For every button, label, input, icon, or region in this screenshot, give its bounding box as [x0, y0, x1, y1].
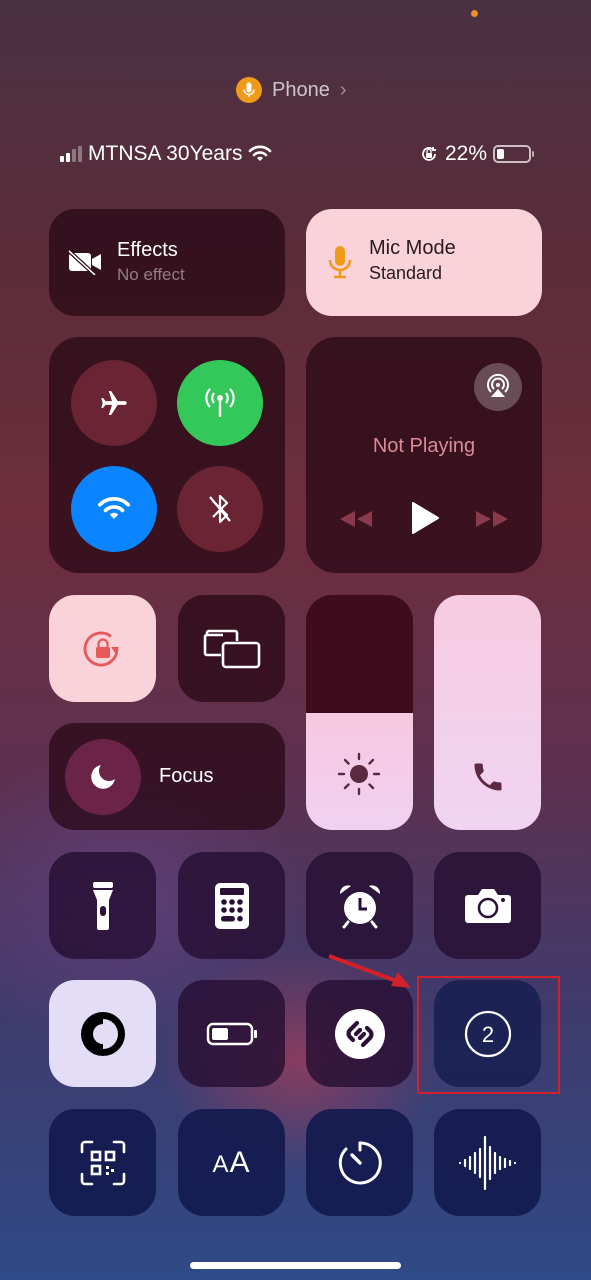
now-playing-status: Not Playing: [372, 435, 476, 457]
phone-icon: [474, 763, 502, 791]
sun-icon: [337, 752, 381, 796]
mic-mode-title: Mic Mode: [369, 237, 456, 259]
alarm-button[interactable]: [306, 852, 413, 959]
orientation-lock-icon: [422, 147, 436, 161]
cellular-antenna-icon: [205, 388, 235, 417]
orientation-lock-toggle[interactable]: [49, 595, 156, 702]
wifi-icon: [249, 145, 272, 161]
airplane-mode-toggle[interactable]: [71, 360, 157, 446]
screen-mirroring-button[interactable]: [178, 595, 285, 702]
now-playing-module[interactable]: Not Playing: [306, 337, 542, 573]
effects-title: Effects: [117, 239, 178, 261]
moon-icon: [91, 765, 115, 789]
dark-mode-toggle[interactable]: [49, 980, 156, 1087]
carrier-name: MTNSA 30Years: [88, 142, 243, 165]
signal-strength-icon: [60, 146, 82, 162]
rewind-icon[interactable]: [338, 509, 374, 529]
text-size-button[interactable]: AA: [178, 1109, 285, 1216]
battery-icon: [493, 145, 534, 163]
annotation-arrow: [328, 954, 411, 988]
camera-icon: [464, 888, 511, 923]
camera-button[interactable]: [434, 852, 541, 959]
waveform-icon: [458, 1135, 516, 1190]
voice-memo-button[interactable]: [434, 1109, 541, 1216]
dark-mode-icon: [80, 1011, 125, 1056]
home-indicator[interactable]: [190, 1262, 401, 1269]
bluetooth-off-icon: [209, 494, 231, 524]
effects-tile[interactable]: Effects No effect: [49, 209, 285, 316]
play-icon[interactable]: [410, 501, 440, 535]
fast-forward-icon[interactable]: [474, 509, 510, 529]
battery-percent: 22%: [444, 142, 487, 165]
airplay-audio-icon: [487, 373, 509, 397]
low-power-mode-toggle[interactable]: [178, 980, 285, 1087]
airplay-button[interactable]: [474, 363, 522, 411]
focus-label: Focus: [159, 765, 214, 787]
wifi-icon: [97, 497, 131, 519]
mic-mode-subtitle: Standard: [369, 263, 443, 283]
text-size-icon: AA: [212, 1145, 251, 1179]
text-size-large-a: A: [229, 1145, 251, 1179]
connectivity-module: [49, 337, 285, 573]
now-playing-source[interactable]: Phone ›: [236, 77, 347, 103]
effects-subtitle: No effect: [117, 265, 185, 284]
shazam-button[interactable]: [306, 980, 413, 1087]
bluetooth-toggle[interactable]: [177, 466, 263, 552]
privacy-indicator-dot: [471, 10, 478, 17]
brightness-slider[interactable]: [306, 595, 413, 830]
airplane-icon: [101, 390, 127, 416]
focus-button[interactable]: Focus: [49, 723, 285, 830]
chevron-right-icon: ›: [339, 78, 347, 101]
timer-icon: [338, 1140, 382, 1184]
wifi-toggle[interactable]: [71, 466, 157, 552]
alarm-clock-icon: [339, 884, 380, 928]
mic-icon: [236, 77, 262, 103]
focus-icon-circle: [65, 739, 141, 815]
call-volume-slider[interactable]: [434, 595, 541, 830]
timer-button[interactable]: [306, 1109, 413, 1216]
flashlight-icon: [92, 881, 113, 930]
battery-icon: [206, 1022, 257, 1045]
shazam-icon: [334, 1008, 385, 1059]
calculator-icon: [214, 882, 249, 929]
annotation-highlight-box: [417, 976, 560, 1094]
orientation-lock-icon: [83, 631, 119, 666]
cellular-data-toggle[interactable]: [177, 360, 263, 446]
mic-mode-tile[interactable]: Mic Mode Standard: [306, 209, 542, 316]
mic-icon: [328, 246, 352, 279]
status-bar: MTNSA 30Years 22%: [60, 140, 534, 168]
flashlight-button[interactable]: [49, 852, 156, 959]
screen-mirroring-icon: [203, 629, 260, 668]
source-app-label: Phone: [272, 78, 330, 101]
video-slash-icon: [67, 249, 101, 275]
calculator-button[interactable]: [178, 852, 285, 959]
qr-code-scanner-icon: [80, 1140, 125, 1185]
code-scanner-button[interactable]: [49, 1109, 156, 1216]
